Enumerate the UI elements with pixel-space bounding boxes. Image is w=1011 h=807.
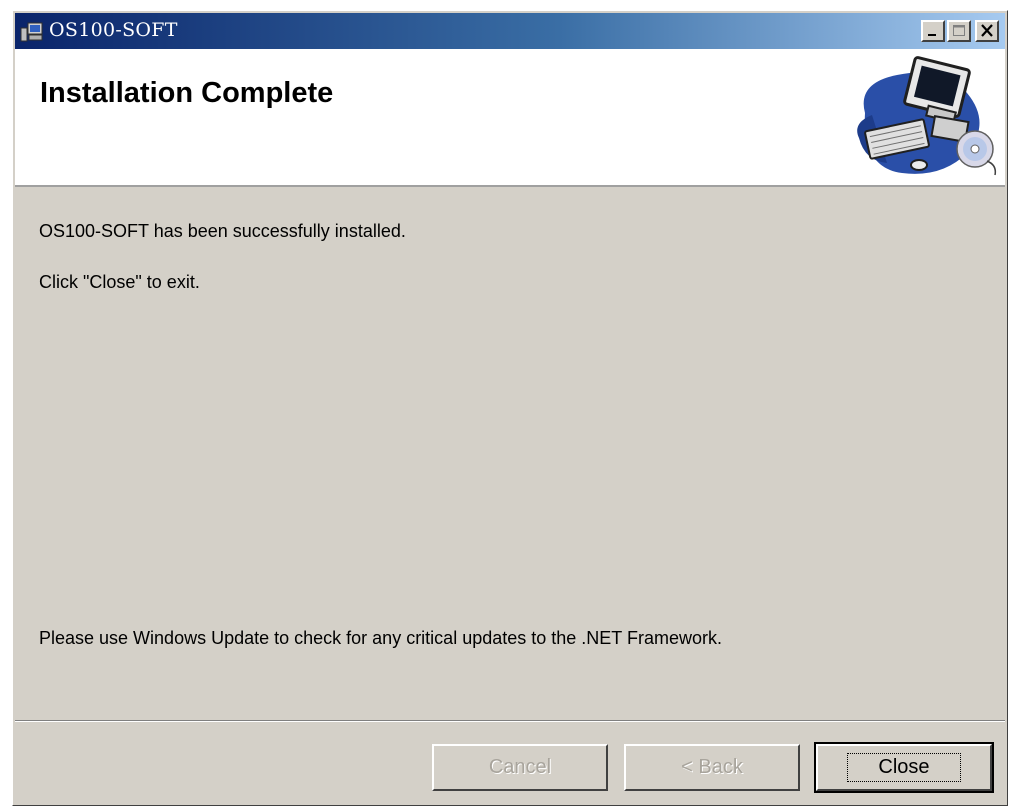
minimize-button[interactable]	[921, 20, 945, 42]
close-window-button[interactable]	[975, 20, 999, 42]
cancel-button[interactable]: Cancel	[432, 744, 608, 791]
back-button[interactable]: < Back	[624, 744, 800, 791]
page-title: Installation Complete	[40, 77, 334, 109]
window-title: OS100-SOFT	[49, 19, 178, 41]
title-bar[interactable]: OS100-SOFT	[15, 13, 1005, 49]
header-banner: Installation Complete	[15, 49, 1005, 187]
maximize-icon	[953, 25, 965, 36]
installer-window: OS100-SOFT Installation Complete OS100-S…	[12, 10, 1008, 806]
footer-divider	[15, 720, 1005, 722]
minimize-icon	[928, 34, 936, 36]
instruction-message: Click "Close" to exit.	[39, 272, 200, 292]
installer-app-icon	[19, 19, 45, 43]
close-button-label: Close	[847, 753, 961, 782]
success-message: OS100-SOFT has been successfully install…	[39, 221, 406, 241]
computer-setup-icon	[857, 56, 997, 176]
maximize-button[interactable]	[947, 20, 971, 42]
close-button[interactable]: Close	[814, 742, 994, 793]
close-icon	[981, 24, 993, 37]
update-notice: Please use Windows Update to check for a…	[39, 628, 722, 648]
